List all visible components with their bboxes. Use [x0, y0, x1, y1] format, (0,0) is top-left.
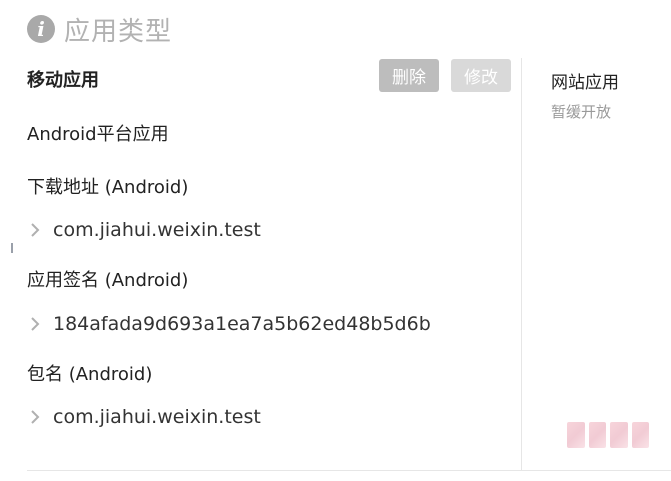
chevron-right-icon — [27, 316, 43, 332]
chevron-right-icon — [27, 222, 43, 238]
watermark — [567, 422, 649, 448]
download-url-label: 下载地址 (Android) — [27, 177, 189, 198]
mobile-app-title: 移动应用 — [27, 70, 99, 91]
section-title: 应用类型 — [64, 16, 173, 47]
delete-button[interactable]: 删除 — [379, 59, 439, 92]
info-icon: i — [27, 15, 55, 43]
platform-label: Android平台应用 — [27, 124, 169, 145]
section-header: i 应用类型 — [27, 12, 173, 47]
website-app-status: 暂缓开放 — [551, 103, 612, 121]
package-label: 包名 (Android) — [27, 364, 153, 385]
signature-row[interactable]: 184afada9d693a1ea7a5b62ed48b5d6b — [27, 313, 431, 335]
signature-value: 184afada9d693a1ea7a5b62ed48b5d6b — [53, 313, 431, 335]
download-url-row[interactable]: com.jiahui.weixin.test — [27, 219, 261, 241]
package-row[interactable]: com.jiahui.weixin.test — [27, 406, 261, 428]
download-url-value: com.jiahui.weixin.test — [53, 219, 261, 241]
bottom-divider — [27, 470, 671, 471]
chevron-right-icon — [27, 409, 43, 425]
panel-divider — [521, 58, 522, 470]
edit-button[interactable]: 修改 — [451, 59, 511, 92]
edge-mark — [11, 243, 13, 253]
website-app-title: 网站应用 — [551, 73, 619, 93]
app-type-page: i 应用类型 移动应用 删除 修改 Android平台应用 下载地址 (Andr… — [0, 0, 671, 481]
package-value: com.jiahui.weixin.test — [53, 406, 261, 428]
signature-label: 应用签名 (Android) — [27, 270, 189, 291]
